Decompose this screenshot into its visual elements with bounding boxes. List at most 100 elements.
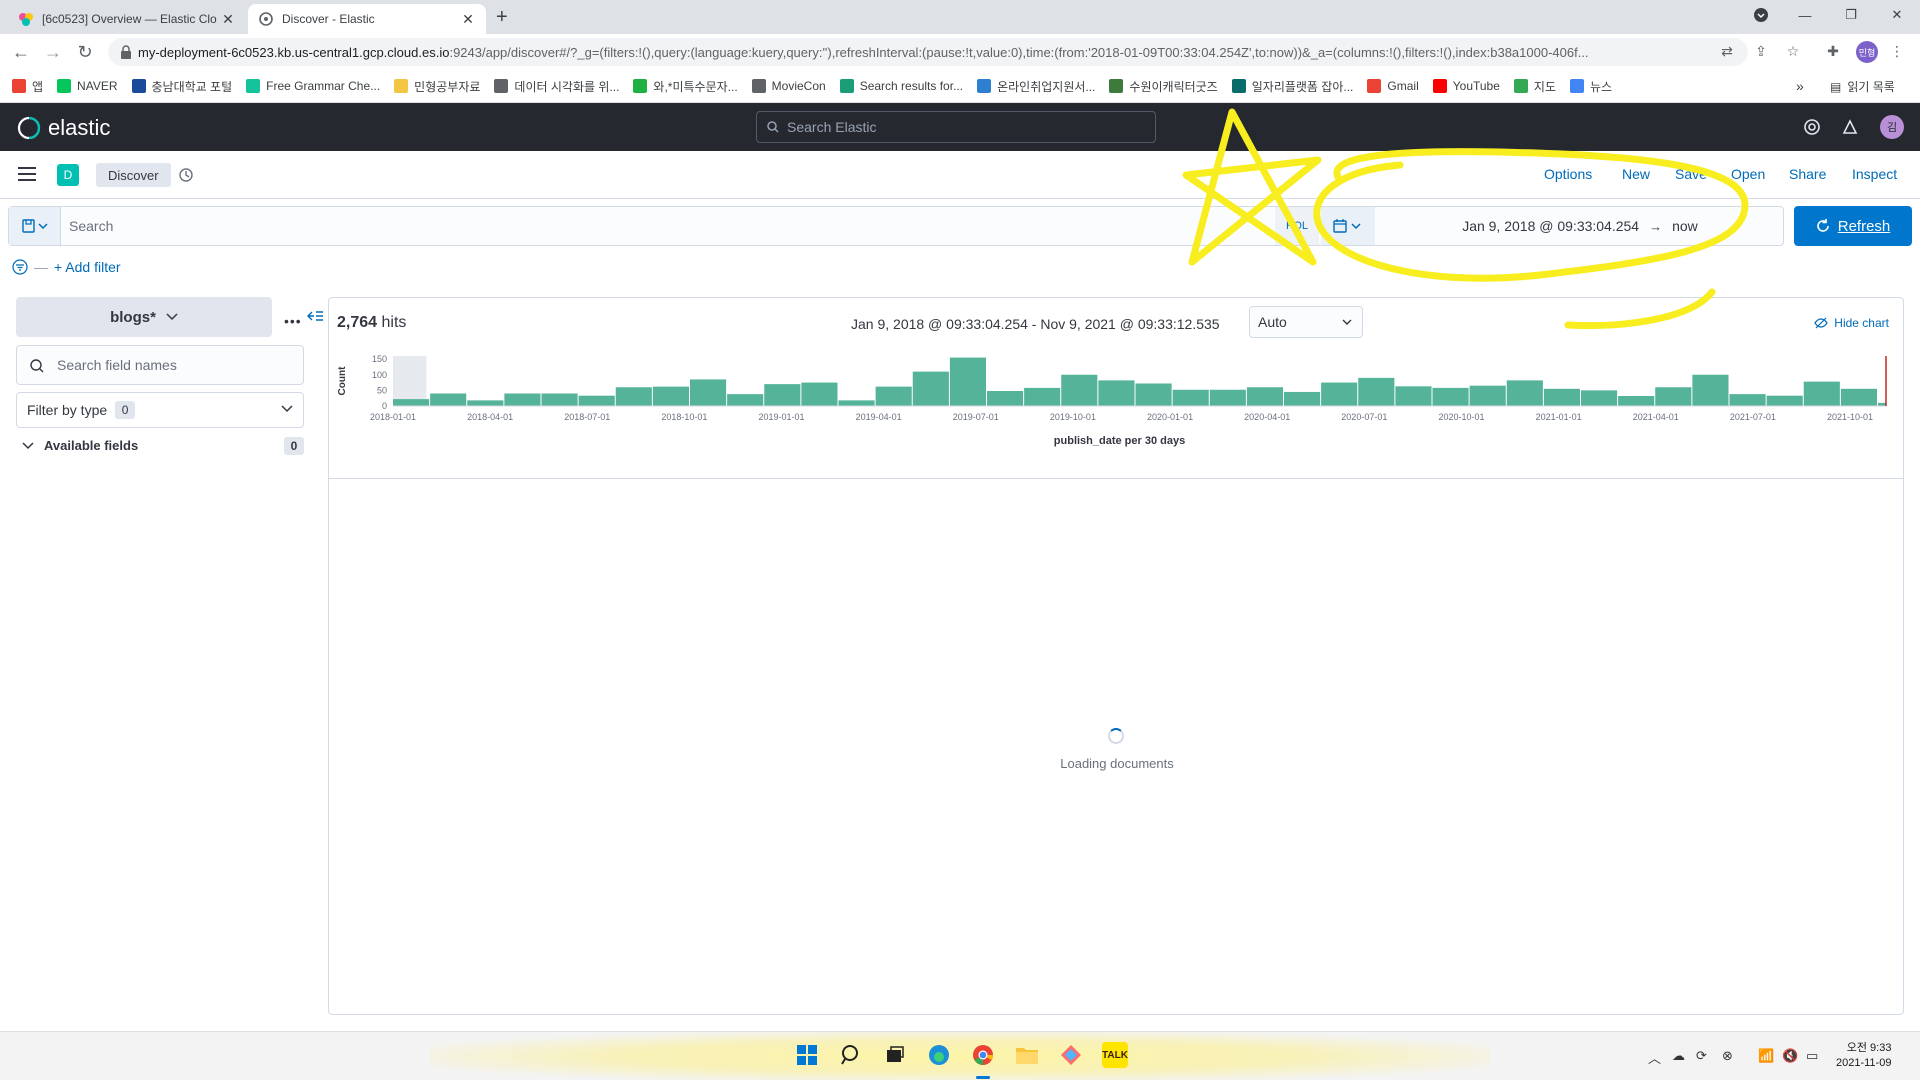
histogram-bar[interactable] (1061, 374, 1098, 406)
histogram-bar[interactable] (1284, 391, 1321, 406)
bookmark-star-icon[interactable]: ☆ (1784, 43, 1802, 61)
volume-muted-icon[interactable]: 🔇 (1782, 1048, 1798, 1064)
filter-by-type-button[interactable]: Filter by type 0 (16, 392, 304, 428)
new-tab-icon[interactable]: + (496, 6, 508, 29)
bookmark-item[interactable]: 와,*미특수문자... (633, 78, 738, 95)
index-options-icon[interactable]: ••• (284, 313, 302, 329)
bookmark-item[interactable]: Search results for... (839, 79, 963, 93)
field-search-input[interactable]: Search field names (16, 345, 304, 385)
histogram-bar[interactable] (504, 393, 541, 407)
app-tray-icon[interactable]: ⊗ (1722, 1048, 1733, 1064)
share-link[interactable]: Share (1789, 166, 1826, 182)
browser-menu-icon[interactable]: ⋮ (1888, 43, 1906, 61)
close-window-icon[interactable]: ✕ (1874, 0, 1920, 30)
task-view-icon[interactable] (882, 1042, 908, 1068)
histogram-bar[interactable] (764, 384, 801, 406)
newsfeed-icon[interactable] (1840, 117, 1860, 137)
histogram-bar[interactable] (1395, 386, 1432, 406)
histogram-bar[interactable] (838, 400, 875, 406)
start-icon[interactable] (794, 1042, 820, 1068)
histogram-bar[interactable] (690, 379, 727, 406)
kakao-app-icon[interactable] (1058, 1042, 1084, 1068)
histogram-bar[interactable] (615, 387, 652, 406)
translate-icon[interactable]: ⇄ (1718, 43, 1736, 61)
quick-date-button[interactable] (1321, 207, 1375, 245)
reload-icon[interactable]: ↻ (74, 41, 96, 63)
bookmark-item[interactable]: 온라인취업지원서... (977, 78, 1095, 95)
histogram-bar[interactable] (987, 391, 1024, 406)
histogram-bar[interactable] (1098, 380, 1135, 406)
kql-toggle[interactable]: KQL (1275, 207, 1319, 245)
back-icon[interactable]: ← (10, 41, 32, 63)
onedrive-icon[interactable]: ☁ (1672, 1048, 1685, 1064)
bookmark-item[interactable]: Gmail (1367, 79, 1419, 93)
share-page-icon[interactable]: ⇪ (1752, 43, 1770, 61)
tray-expand-icon[interactable]: ︿ (1648, 1048, 1661, 1067)
bookmark-item[interactable]: 뉴스 (1570, 78, 1612, 95)
bookmark-item[interactable]: MovieCon (751, 79, 826, 93)
close-tab-icon[interactable]: ✕ (220, 11, 236, 28)
histogram-bar[interactable] (727, 394, 764, 406)
histogram-bar[interactable] (1209, 389, 1246, 406)
interval-select[interactable]: Auto (1249, 306, 1363, 338)
histogram-bar[interactable] (949, 357, 986, 406)
bookmarks-overflow-icon[interactable]: » (1796, 78, 1804, 94)
refresh-button[interactable]: Refresh (1794, 206, 1912, 246)
user-avatar[interactable]: 김 (1880, 115, 1904, 139)
save-link[interactable]: Save (1675, 166, 1707, 182)
browser-tab-overview[interactable]: [6c0523] Overview — Elastic Clo ✕ (8, 4, 246, 34)
wifi-icon[interactable]: 📶 (1758, 1048, 1774, 1064)
bookmark-item[interactable]: 충남대학교 포털 (131, 78, 232, 95)
histogram-bar[interactable] (912, 371, 949, 406)
histogram-bar[interactable] (467, 400, 504, 406)
battery-icon[interactable]: ▭ (1806, 1048, 1818, 1064)
query-input[interactable]: Search (69, 218, 113, 234)
new-link[interactable]: New (1622, 166, 1650, 182)
kakaotalk-icon[interactable]: TALK (1102, 1042, 1128, 1068)
time-from[interactable]: Jan 9, 2018 @ 09:33:04.254 (1462, 218, 1639, 234)
bookmark-item[interactable]: NAVER (57, 79, 118, 93)
histogram-bar[interactable] (430, 393, 467, 407)
bookmark-item[interactable]: YouTube (1432, 79, 1500, 93)
sync-icon[interactable]: ⟳ (1696, 1048, 1707, 1064)
histogram-bar[interactable] (1803, 381, 1840, 406)
browser-tab-discover[interactable]: Discover - Elastic ✕ (248, 4, 486, 34)
histogram-bar[interactable] (1246, 387, 1283, 406)
bookmark-item[interactable]: 지도 (1513, 78, 1556, 95)
histogram-bar[interactable] (801, 382, 838, 406)
histogram-bar[interactable] (393, 399, 430, 406)
histogram-bar[interactable] (1321, 382, 1358, 406)
space-badge[interactable]: D (57, 164, 79, 186)
histogram-bar[interactable] (1766, 395, 1803, 406)
histogram-bar[interactable] (1840, 388, 1877, 406)
profile-avatar[interactable]: 민형 (1856, 41, 1878, 63)
extensions-icon[interactable]: ✚ (1824, 43, 1842, 61)
histogram-bar[interactable] (1135, 383, 1172, 407)
histogram-bar[interactable] (1581, 390, 1618, 406)
histogram-bar[interactable] (1692, 374, 1729, 406)
restore-icon[interactable]: ❐ (1828, 0, 1874, 30)
collapse-sidebar-icon[interactable] (307, 309, 323, 323)
histogram-bar[interactable] (1506, 380, 1543, 406)
bookmark-item[interactable]: Free Grammar Che... (246, 79, 380, 93)
histogram-bar[interactable] (1358, 377, 1395, 406)
available-fields-toggle[interactable]: Available fields 0 (22, 436, 304, 455)
histogram-bar[interactable] (1469, 385, 1506, 406)
histogram-bar[interactable] (1172, 389, 1209, 406)
histogram-bar[interactable] (652, 386, 689, 406)
breadcrumb[interactable]: Discover (96, 163, 171, 187)
tab-search-icon[interactable] (1738, 0, 1784, 30)
bookmark-item[interactable]: 민형공부자료 (394, 78, 480, 95)
add-filter-button[interactable]: + Add filter (54, 259, 121, 275)
taskbar-clock[interactable]: 오전 9:33 2021-11-09 (1836, 1041, 1891, 1071)
search-icon[interactable] (838, 1042, 864, 1068)
url-bar[interactable]: my-deployment-6c0523.kb.us-central1.gcp.… (108, 38, 1748, 66)
close-tab-icon[interactable]: ✕ (460, 11, 476, 28)
file-explorer-icon[interactable] (1014, 1042, 1040, 1068)
date-range[interactable]: Jan 9, 2018 @ 09:33:04.254 → now (1375, 207, 1785, 245)
histogram-bar[interactable] (1543, 388, 1580, 406)
menu-icon[interactable] (18, 167, 36, 181)
minimize-icon[interactable]: — (1782, 0, 1828, 30)
histogram-bar[interactable] (541, 393, 578, 407)
recent-history-icon[interactable] (178, 167, 194, 183)
